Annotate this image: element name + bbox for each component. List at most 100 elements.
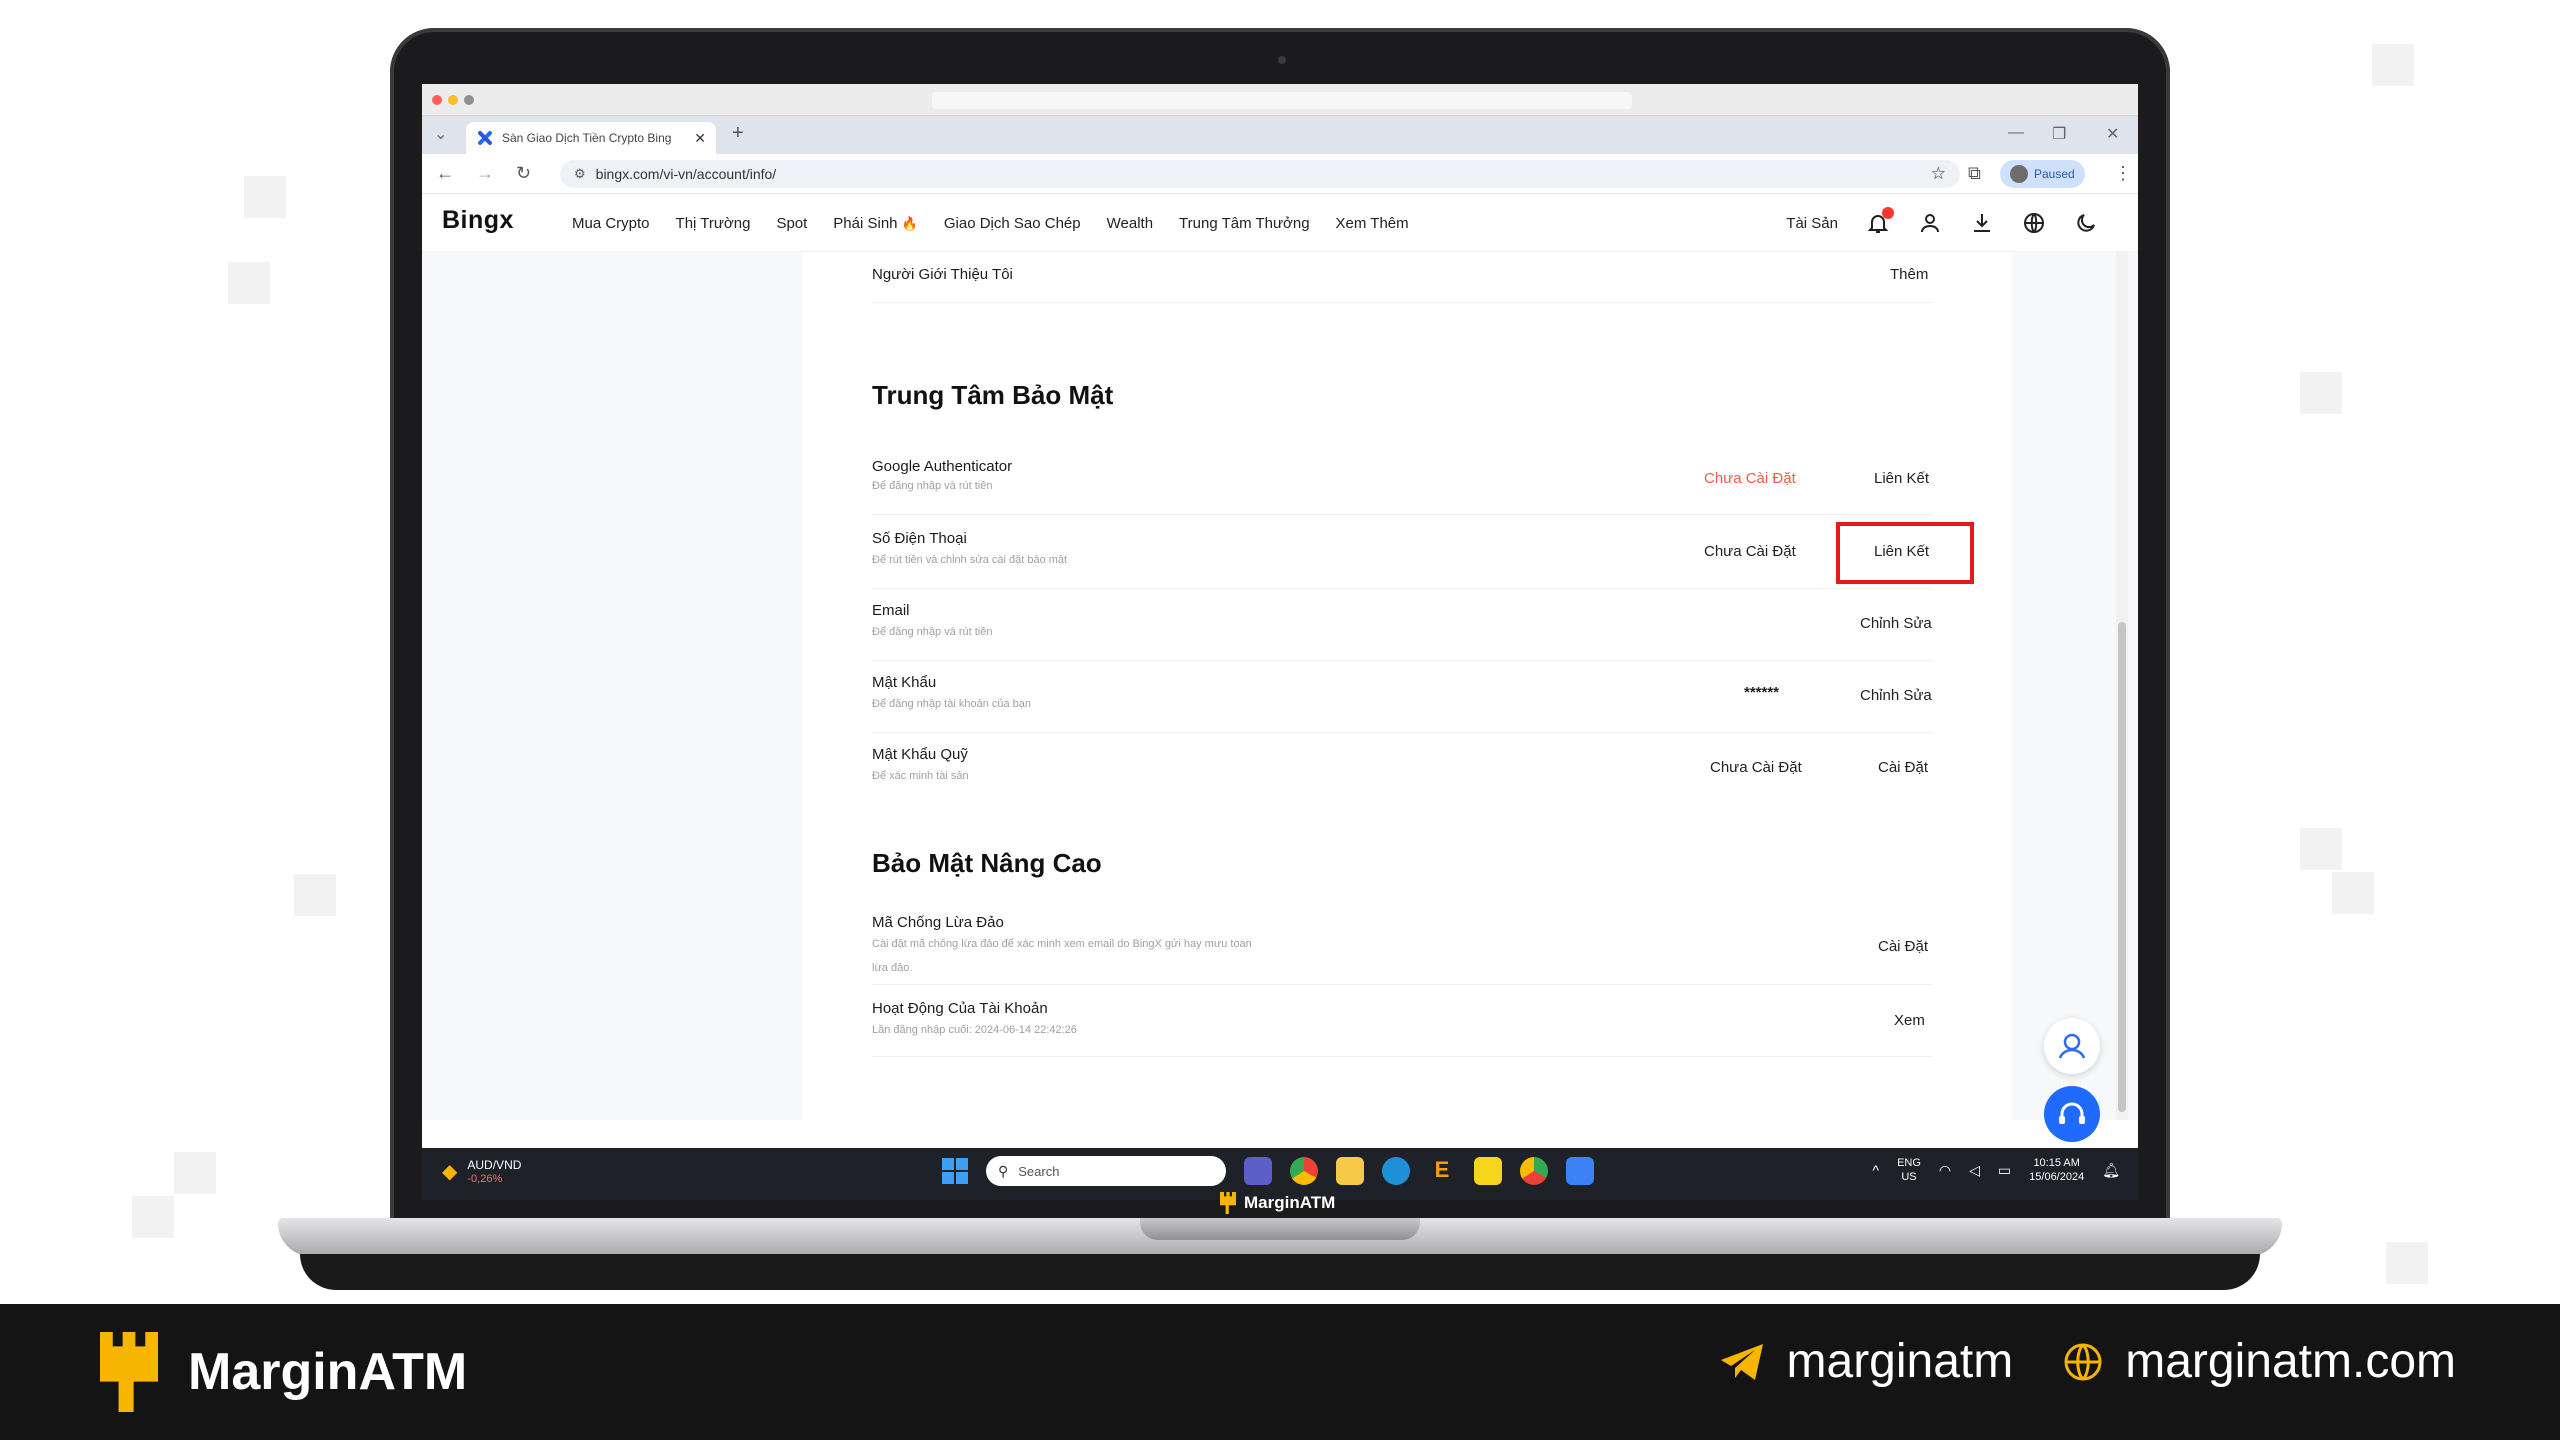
- volume-icon[interactable]: ◁: [1969, 1163, 1980, 1177]
- fund-password-setup-button[interactable]: Cài Đặt: [1878, 759, 1928, 776]
- language-indicator[interactable]: ENG US: [1897, 1156, 1921, 1184]
- download-icon[interactable]: [1970, 211, 1994, 235]
- user-icon[interactable]: [1918, 211, 1942, 235]
- dark-mode-moon-icon[interactable]: [2074, 211, 2098, 235]
- telegram-contact[interactable]: marginatm: [1719, 1334, 2013, 1389]
- globe-icon[interactable]: [2022, 211, 2046, 235]
- email-desc: Để đăng nhập và rút tiền: [872, 626, 993, 638]
- sticky-notes-icon[interactable]: [1474, 1157, 1502, 1185]
- header-actions: Tài Sản: [1786, 194, 2098, 252]
- menu-item-derivatives-label: Phái Sinh: [833, 214, 898, 232]
- bingx-logo[interactable]: Bingx: [442, 206, 514, 235]
- camera: [1278, 56, 1286, 64]
- decor-square: [132, 1196, 174, 1238]
- globe-icon: [2064, 1343, 2102, 1380]
- forward-arrow-icon[interactable]: →: [476, 163, 494, 184]
- phone-desc: Để rút tiền và chỉnh sửa cài đặt bảo mật: [872, 554, 1068, 566]
- battery-icon[interactable]: ▭: [1998, 1163, 2011, 1177]
- ticker-icon: ◆: [442, 1161, 458, 1183]
- wifi-icon[interactable]: ◠: [1939, 1163, 1951, 1177]
- site-settings-icon[interactable]: ⚙: [574, 166, 586, 182]
- laptop-brand-text: MarginATM: [1244, 1193, 1336, 1212]
- password-status: ******: [1744, 684, 1780, 701]
- menu-item-wealth[interactable]: Wealth: [1107, 215, 1153, 232]
- menu-item-rewards-center[interactable]: Trung Tâm Thưởng: [1179, 215, 1310, 232]
- menu-item-buy-crypto[interactable]: Mua Crypto: [572, 215, 650, 232]
- divider: [872, 732, 1932, 733]
- clock-time: 10:15 AM: [2033, 1157, 2080, 1169]
- minimize-dot[interactable]: [448, 95, 458, 105]
- region-code: US: [1901, 1171, 1917, 1183]
- laptop-notch: [1140, 1218, 1420, 1240]
- address-bar[interactable]: ⚙ bingx.com/vi-vn/account/info/ ☆: [560, 160, 1960, 188]
- file-explorer-icon[interactable]: [1336, 1157, 1364, 1185]
- assets-link[interactable]: Tài Sản: [1786, 215, 1838, 232]
- ticker-change: -0,26%: [467, 1173, 503, 1185]
- tray-chevron-icon[interactable]: ^: [1873, 1163, 1880, 1177]
- laptop-screen: ⌄ Sàn Giao Dịch Tiền Crypto Bing ✕ + — ❐…: [422, 84, 2138, 1200]
- windows-start-icon[interactable]: [942, 1158, 968, 1184]
- profile-status: Paused: [2034, 167, 2075, 181]
- active-tab[interactable]: Sàn Giao Dịch Tiền Crypto Bing ✕: [466, 122, 716, 154]
- website-contact[interactable]: marginatm.com: [2063, 1334, 2456, 1389]
- e-app-icon[interactable]: E: [1428, 1157, 1456, 1185]
- customer-service-button[interactable]: [2044, 1018, 2100, 1074]
- anti-phishing-setup-button[interactable]: Cài Đặt: [1878, 938, 1928, 955]
- phone-status: Chưa Cài Đặt: [1704, 543, 1796, 560]
- taskbar-search[interactable]: ⚲ Search: [986, 1156, 1226, 1186]
- clock-date: 15/06/2024: [2029, 1171, 2085, 1183]
- new-tab-button[interactable]: +: [732, 122, 744, 145]
- menu-item-derivatives[interactable]: Phái Sinh 🔥: [833, 215, 918, 232]
- security-center-heading: Trung Tâm Bảo Mật: [872, 380, 1114, 410]
- back-arrow-icon[interactable]: ←: [436, 163, 454, 184]
- scrollbar-thumb[interactable]: [2118, 622, 2126, 1112]
- menu-item-spot[interactable]: Spot: [776, 215, 807, 232]
- tab-strip: ⌄ Sàn Giao Dịch Tiền Crypto Bing ✕ + — ❐…: [422, 116, 2138, 154]
- decor-square: [2300, 372, 2342, 414]
- menu-item-market[interactable]: Thị Trường: [676, 215, 751, 232]
- close-dot[interactable]: [432, 95, 442, 105]
- notification-bell-icon[interactable]: 🔔︎: [2102, 1163, 2120, 1177]
- extensions-icon[interactable]: ⧉: [1968, 163, 1981, 184]
- phone-link-highlight: [1836, 522, 1974, 584]
- google-auth-link-button[interactable]: Liên Kết: [1874, 470, 1929, 487]
- window-close-icon[interactable]: ✕: [2106, 124, 2119, 144]
- zoom-dot[interactable]: [464, 95, 474, 105]
- account-activity-view-button[interactable]: Xem: [1894, 1012, 1925, 1029]
- email-edit-button[interactable]: Chỉnh Sửa: [1860, 615, 1932, 632]
- taskbar-apps: ⚲ Search E: [942, 1156, 1594, 1186]
- taskbar-search-placeholder: Search: [1018, 1163, 1060, 1179]
- bell-icon[interactable]: [1866, 207, 1894, 235]
- anti-phishing-title: Mã Chống Lừa Đảo: [872, 914, 1004, 931]
- google-auth-desc: Để đăng nhập và rút tiền: [872, 480, 993, 492]
- page-scrollbar[interactable]: [2116, 252, 2128, 1120]
- marginatm-small-logo-icon: [1220, 1192, 1236, 1214]
- tab-close-icon[interactable]: ✕: [694, 130, 706, 147]
- teams-app-icon[interactable]: [1244, 1157, 1272, 1185]
- referrer-add-button[interactable]: Thêm: [1890, 266, 1928, 283]
- google-auth-title: Google Authenticator: [872, 458, 1013, 475]
- support-chat-button[interactable]: [2044, 1086, 2100, 1142]
- decor-square: [2332, 872, 2374, 914]
- avatar: [2010, 165, 2028, 183]
- browser-menu-icon[interactable]: ⋮: [2114, 163, 2132, 184]
- profile-button[interactable]: Paused: [2000, 160, 2085, 188]
- menu-item-more[interactable]: Xem Thêm: [1336, 215, 1409, 232]
- chrome-profile-app-icon[interactable]: [1520, 1157, 1548, 1185]
- window-minimize-icon[interactable]: —: [2008, 124, 2024, 142]
- password-edit-button[interactable]: Chỉnh Sửa: [1860, 687, 1932, 704]
- password-desc: Để đăng nhập tài khoản của bạn: [872, 698, 1032, 710]
- search-icon: ⚲: [998, 1162, 1009, 1179]
- menu-item-copy-trading[interactable]: Giao Dịch Sao Chép: [944, 215, 1081, 232]
- window-restore-icon[interactable]: ❐: [2052, 124, 2066, 144]
- bookmark-star-icon[interactable]: ☆: [1931, 164, 1946, 184]
- edge-app-icon[interactable]: [1382, 1157, 1410, 1185]
- clock[interactable]: 10:15 AM 15/06/2024: [2029, 1156, 2084, 1184]
- photos-app-icon[interactable]: [1566, 1157, 1594, 1185]
- reload-icon[interactable]: ↻: [516, 163, 531, 184]
- weather-ticker-widget[interactable]: ◆ AUD/VND -0,26%: [442, 1158, 521, 1186]
- divider: [872, 660, 1932, 661]
- tab-list-chevron-icon[interactable]: ⌄: [434, 124, 447, 144]
- chrome-app-icon[interactable]: [1290, 1157, 1318, 1185]
- fund-password-status: Chưa Cài Đặt: [1710, 759, 1802, 776]
